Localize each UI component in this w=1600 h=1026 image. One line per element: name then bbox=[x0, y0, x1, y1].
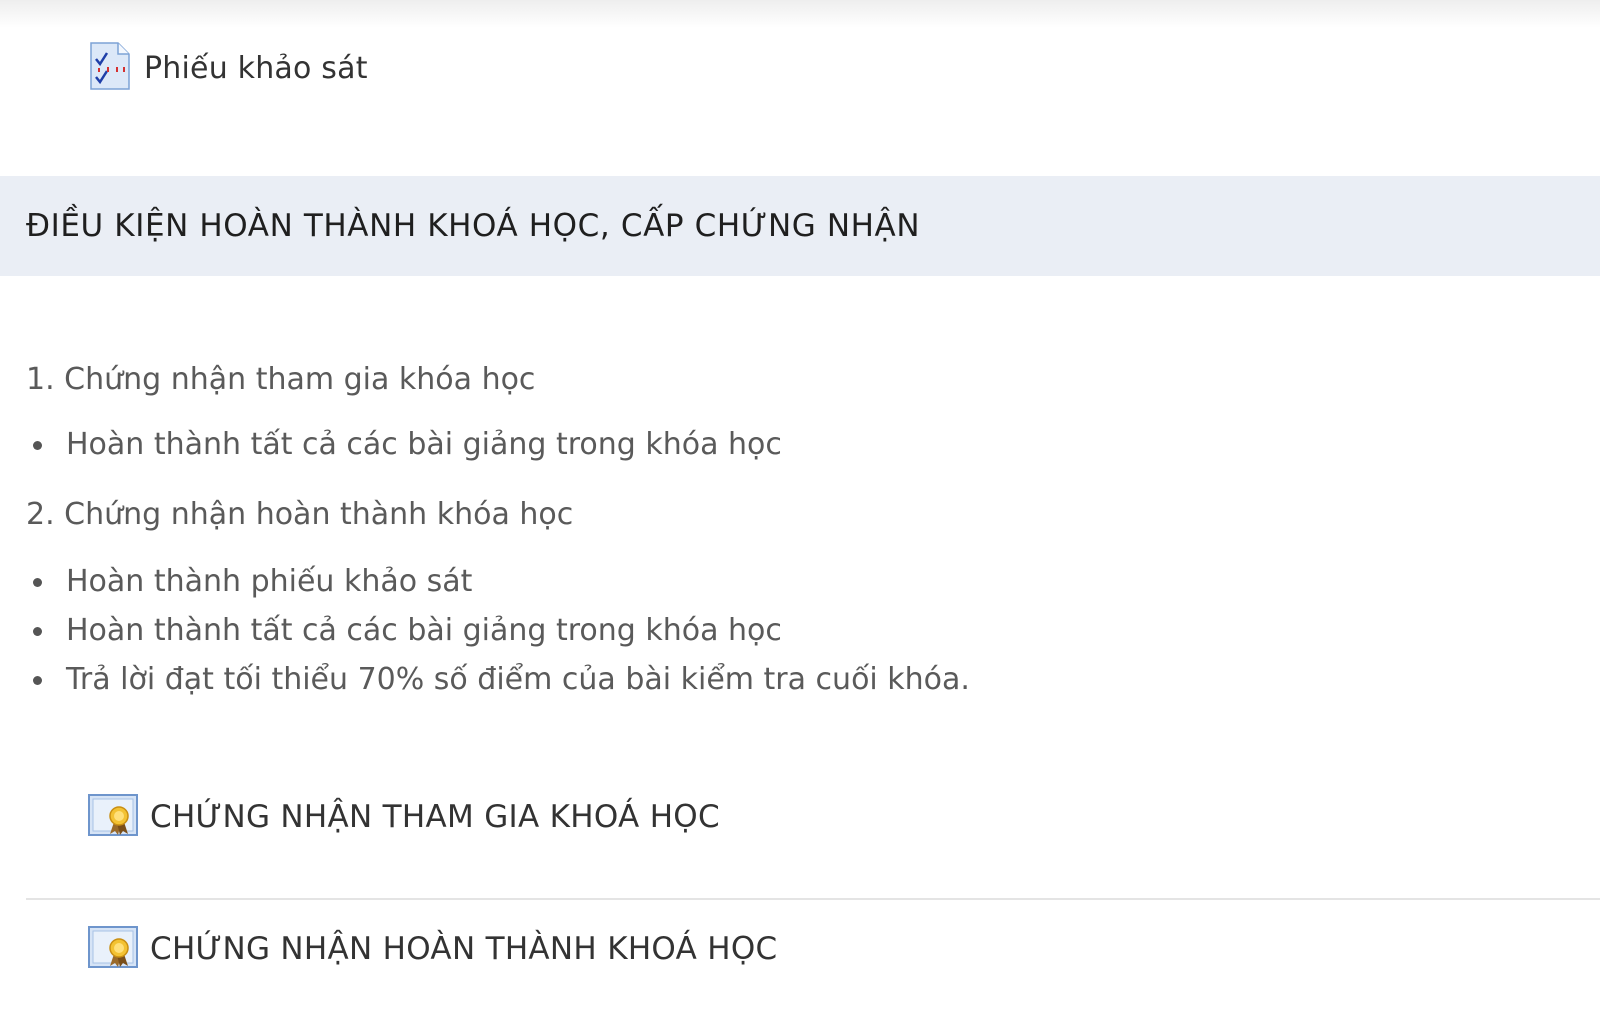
bullet-dot bbox=[33, 578, 42, 587]
bullet-dot bbox=[33, 627, 42, 636]
activity-certificate-completion-link[interactable]: CHỨNG NHẬN HOÀN THÀNH KHOÁ HỌC bbox=[88, 922, 778, 976]
certificate-award-icon bbox=[88, 794, 138, 840]
bullet-dot bbox=[33, 441, 42, 450]
section-header: ĐIỀU KIỆN HOÀN THÀNH KHOÁ HỌC, CẤP CHỨNG… bbox=[0, 176, 1600, 276]
activity-survey-label: Phiếu khảo sát bbox=[144, 50, 368, 86]
activity-certificate-participation-link[interactable]: CHỨNG NHẬN THAM GIA KHOÁ HỌC bbox=[88, 790, 720, 844]
list-item: Hoàn thành tất cả các bài giảng trong kh… bbox=[26, 420, 1566, 469]
list-item-text: Hoàn thành phiếu khảo sát bbox=[66, 564, 473, 599]
list-item: Hoàn thành phiếu khảo sát bbox=[26, 557, 1566, 606]
activity-survey-link[interactable]: Phiếu khảo sát bbox=[88, 42, 368, 94]
top-shadow bbox=[0, 0, 1600, 28]
activity-certificate-completion-label: CHỨNG NHẬN HOÀN THÀNH KHOÁ HỌC bbox=[150, 931, 778, 967]
summary-item-1-bullets: Hoàn thành tất cả các bài giảng trong kh… bbox=[26, 420, 1566, 469]
list-item-text: Trả lời đạt tối thiểu 70% số điểm của bà… bbox=[66, 662, 970, 697]
section-summary: 1. Chứng nhận tham gia khóa học Hoàn thà… bbox=[26, 352, 1566, 704]
survey-checklist-icon bbox=[88, 41, 132, 95]
certificate-award-icon bbox=[88, 926, 138, 972]
list-item: Trả lời đạt tối thiểu 70% số điểm của bà… bbox=[26, 655, 1566, 704]
list-item: Hoàn thành tất cả các bài giảng trong kh… bbox=[26, 606, 1566, 655]
activity-certificate-participation-label: CHỨNG NHẬN THAM GIA KHOÁ HỌC bbox=[150, 799, 720, 835]
course-page: Phiếu khảo sát ĐIỀU KIỆN HOÀN THÀNH KHOÁ… bbox=[0, 0, 1600, 1026]
list-item-text: Hoàn thành tất cả các bài giảng trong kh… bbox=[66, 613, 782, 648]
summary-item-2-title: 2. Chứng nhận hoàn thành khóa học bbox=[26, 497, 574, 532]
summary-item-2-bullets: Hoàn thành phiếu khảo sát Hoàn thành tất… bbox=[26, 557, 1566, 704]
list-item-text: Hoàn thành tất cả các bài giảng trong kh… bbox=[66, 427, 782, 462]
summary-item-1-title: 1. Chứng nhận tham gia khóa học bbox=[26, 362, 536, 397]
section-title: ĐIỀU KIỆN HOÀN THÀNH KHOÁ HỌC, CẤP CHỨNG… bbox=[26, 208, 921, 244]
bullet-dot bbox=[33, 676, 42, 685]
activity-divider bbox=[26, 898, 1600, 900]
